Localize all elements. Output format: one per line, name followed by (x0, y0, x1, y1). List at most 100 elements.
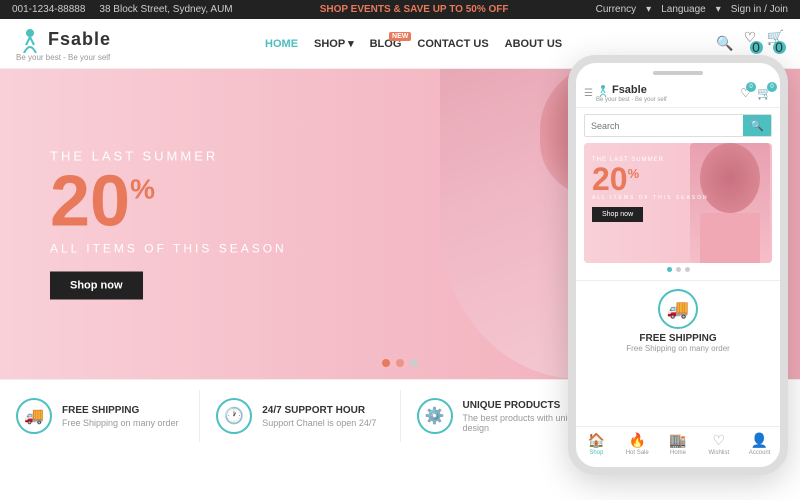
phone-hero-tagline: ALL ITEMS OF THIS SEASON (592, 195, 709, 201)
header-icons: 🔍 ♡ 0 🛒 0 (716, 29, 784, 59)
phone-inner: ☰ Fsable Be your best - Be your self (576, 79, 780, 461)
phone-nav-account[interactable]: 👤 Account (739, 427, 780, 461)
phone-nav-shop-label: Home (670, 450, 686, 456)
nav-contact[interactable]: CONTACT US (417, 38, 488, 50)
phone-nav-shop-icon: 🏬 (669, 432, 686, 449)
top-bar-left: 001-1234-88888 38 Block Street, Sydney, … (12, 4, 233, 15)
phone-nav-wishlist[interactable]: ♡ Wishlist (698, 427, 739, 461)
phone-search-button[interactable]: 🔍 (743, 115, 771, 136)
phone-hero-discount: 20 % (592, 163, 709, 195)
phone-dot-2[interactable] (676, 267, 681, 272)
phone-nav-hotsale-label: Hot Sale (626, 450, 649, 456)
logo: Fsable Be your best - Be your self (16, 25, 111, 62)
phone-wishlist-badge: 0 (746, 82, 756, 92)
phone-bottom-nav: 🏠 Shop 🔥 Hot Sale 🏬 Home ♡ Wishlist 👤 Ac… (576, 426, 780, 461)
hero-tagline: ALL ITEMS OF THIS SEASON (50, 242, 287, 256)
feature-shipping-text: FREE SHIPPING Free Shipping on many orde… (62, 405, 179, 428)
feature-support: 🕐 24/7 SUPPORT HOUR Support Chanel is op… (200, 390, 400, 442)
feature-shipping: 🚚 FREE SHIPPING Free Shipping on many or… (0, 390, 200, 442)
phone-logo-icon (596, 83, 610, 97)
promo-discount: 50% OFF (466, 4, 509, 15)
phone-nav-account-label: Account (749, 450, 771, 456)
hero-dot-1[interactable] (382, 359, 390, 367)
feature-support-text: 24/7 SUPPORT HOUR Support Chanel is open… (262, 405, 376, 428)
hero-dots (382, 359, 418, 367)
hero-discount-number: 20 (50, 166, 130, 238)
phone-logo-sub: Be your best - Be your self (596, 97, 667, 103)
shipping-title: FREE SHIPPING (62, 405, 179, 416)
phone-nav-home-label: Shop (589, 450, 603, 456)
phone-mockup: ☰ Fsable Be your best - Be your self (568, 55, 788, 475)
unique-title: UNIQUE PRODUCTS (463, 400, 584, 411)
nav-shop[interactable]: SHOP ▾ (314, 37, 354, 50)
top-bar-right: Currency ▾ Language ▾ Sign in / Join (596, 4, 788, 15)
logo-name: Fsable (48, 29, 111, 50)
phone-hero-number: 20 (592, 163, 628, 195)
phone-nav-account-icon: 👤 (751, 432, 768, 449)
language-selector[interactable]: Language (661, 4, 706, 15)
phone-nav-wishlist-label: Wishlist (708, 450, 729, 456)
nav-home[interactable]: HOME (265, 38, 298, 50)
support-icon: 🕐 (216, 398, 252, 434)
phone-header-icons: ♡ 0 🛒 0 (740, 86, 772, 100)
top-bar: 001-1234-88888 38 Block Street, Sydney, … (0, 0, 800, 19)
main-nav: HOME SHOP ▾ BLOG NEW CONTACT US ABOUT US (265, 37, 562, 50)
unique-icon: ⚙️ (417, 398, 453, 434)
top-bar-promo: SHOP EVENTS & SAVE UP TO 50% OFF (320, 4, 509, 15)
phone-nav-shop[interactable]: 🏬 Home (658, 427, 699, 461)
signin-link[interactable]: Sign in / Join (731, 4, 788, 15)
promo-text: SHOP EVENTS & SAVE UP TO (320, 4, 463, 15)
unique-desc: The best products with unique design (463, 413, 584, 433)
phone-hero-pct: % (628, 167, 640, 180)
currency-selector[interactable]: Currency (596, 4, 637, 15)
phone-number: 001-1234-88888 (12, 4, 85, 15)
shipping-desc: Free Shipping on many order (62, 418, 179, 428)
phone-hero-btn[interactable]: Shop now (592, 207, 643, 222)
phone-ship-title: FREE SHIPPING (588, 333, 768, 344)
phone-search-input[interactable] (585, 115, 743, 136)
phone-cart-icon[interactable]: 🛒 0 (757, 86, 772, 100)
hero-dot-3[interactable] (410, 359, 418, 367)
phone-header: ☰ Fsable Be your best - Be your self (576, 79, 780, 108)
phone-shipping-section: 🚚 FREE SHIPPING Free Shipping on many or… (576, 280, 780, 361)
hero-discount: 20 % (50, 166, 287, 238)
phone-ship-sub: Free Shipping on many order (588, 344, 768, 353)
wishlist-icon[interactable]: ♡ 0 (744, 29, 757, 59)
phone-logo-name: Fsable (612, 84, 647, 96)
feature-unique-text: UNIQUE PRODUCTS The best products with u… (463, 400, 584, 433)
phone-menu-icon[interactable]: ☰ (584, 88, 593, 99)
search-icon[interactable]: 🔍 (716, 35, 733, 52)
phone-wishlist-icon[interactable]: ♡ 0 (740, 86, 751, 100)
nav-about[interactable]: ABOUT US (505, 38, 562, 50)
phone-hero: THE LAST SUMMER 20 % ALL ITEMS OF THIS S… (584, 143, 772, 263)
phone-nav-wishlist-icon: ♡ (713, 432, 726, 449)
shipping-icon: 🚚 (16, 398, 52, 434)
logo-icon (16, 25, 44, 53)
blog-badge: NEW (389, 32, 411, 41)
phone-nav-hotsale-icon: 🔥 (628, 432, 645, 449)
cart-icon[interactable]: 🛒 0 (767, 29, 784, 59)
phone-hero-text: THE LAST SUMMER 20 % ALL ITEMS OF THIS S… (592, 157, 709, 222)
cart-badge: 0 (773, 41, 786, 54)
support-title: 24/7 SUPPORT HOUR (262, 405, 376, 416)
phone-cart-badge: 0 (767, 82, 777, 92)
hero-shop-button[interactable]: Shop now (50, 272, 143, 300)
phone-dots (576, 267, 780, 272)
phone-ship-icon: 🚚 (658, 289, 698, 329)
phone-search-bar: 🔍 (584, 114, 772, 137)
phone-speaker (653, 71, 703, 75)
phone-dot-3[interactable] (685, 267, 690, 272)
support-desc: Support Chanel is open 24/7 (262, 418, 376, 428)
phone-nav-hotsale[interactable]: 🔥 Hot Sale (617, 427, 658, 461)
phone-nav-home-icon: 🏠 (588, 432, 605, 449)
phone-logo-area: Fsable Be your best - Be your self (596, 83, 667, 103)
phone-nav-home[interactable]: 🏠 Shop (576, 427, 617, 461)
logo-subtitle: Be your best - Be your self (16, 53, 110, 62)
hero-content: THE LAST SUMMER 20 % ALL ITEMS OF THIS S… (50, 149, 287, 300)
hero-dot-2[interactable] (396, 359, 404, 367)
nav-blog[interactable]: BLOG NEW (370, 38, 402, 50)
wishlist-badge: 0 (750, 41, 763, 54)
phone-dot-1[interactable] (667, 267, 672, 272)
hero-discount-symbol: % (130, 176, 155, 204)
address: 38 Block Street, Sydney, AUM (99, 4, 232, 15)
